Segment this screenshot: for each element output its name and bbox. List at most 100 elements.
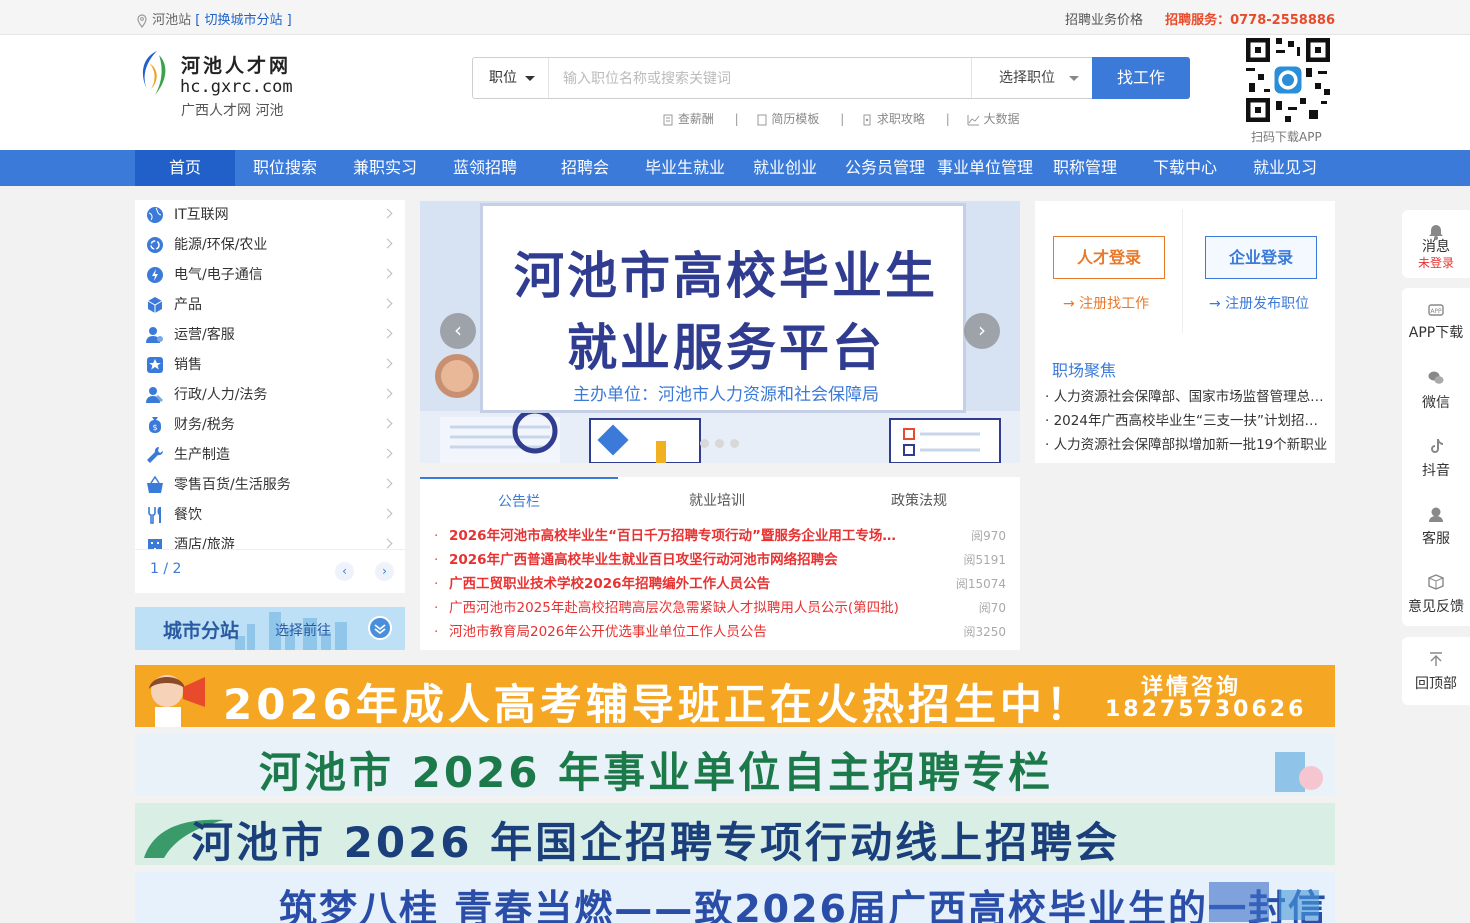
arrow-up-icon: [1430, 652, 1442, 666]
nav-internship[interactable]: 就业见习: [1235, 150, 1335, 186]
salary-icon: [663, 114, 673, 125]
nav-job-fair[interactable]: 招聘会: [535, 150, 635, 186]
quick-link-resume[interactable]: 简历模板: [771, 112, 819, 126]
notice-row[interactable]: · 广西工贸职业技术学校2026年招聘编外工作人员公告 阅15074: [434, 572, 1014, 596]
focus-item[interactable]: · 2024年广西高校毕业生“三支一扶”计划招募公告: [1045, 409, 1330, 433]
notice-views: 阅15074: [955, 577, 1006, 591]
category-item[interactable]: IT互联网: [135, 200, 405, 230]
side-back-to-top[interactable]: 回顶部: [1402, 637, 1470, 705]
notice-title[interactable]: 广西河池市2025年赴高校招聘高层次急需紧缺人才拟聘用人员公示(第四批): [449, 596, 904, 620]
divider: [1182, 209, 1183, 333]
category-item[interactable]: 餐饮: [135, 500, 405, 530]
next-page-button[interactable]: ›: [375, 562, 394, 581]
notice-views: 阅970: [971, 529, 1006, 543]
carousel-prev-button[interactable]: ‹: [440, 313, 476, 349]
carousel-dot[interactable]: [715, 439, 724, 448]
category-item[interactable]: 运营/客服: [135, 320, 405, 350]
category-item[interactable]: 零售百货/生活服务: [135, 470, 405, 500]
side-feedback[interactable]: 意见反馈: [1402, 560, 1470, 628]
ad-headline: 筑梦八桂 青春当燃——致2026届广西高校毕业生的一封信: [279, 887, 1328, 923]
login-panel: 人才登录 → 注册找工作 企业登录 → 注册发布职位 职场聚焦 · 人力资源社会…: [1035, 201, 1335, 463]
quick-link-bigdata[interactable]: 大数据: [983, 112, 1019, 126]
notice-title[interactable]: 广西工贸职业技术学校2026年招聘编外工作人员公告: [449, 572, 904, 596]
quick-links: 查薪酬 | 简历模板 | 求职攻略 | 大数据: [662, 110, 1023, 127]
ad-adult-exam[interactable]: 2026年成人高考辅导班正在火热招生中！ 详情咨询 18275730626: [135, 665, 1335, 727]
category-item[interactable]: $ 财务/税务: [135, 410, 405, 440]
category-item[interactable]: 电气/电子通信: [135, 260, 405, 290]
quick-link-strategy[interactable]: 求职攻略: [877, 112, 925, 126]
carousel-next-button[interactable]: ›: [964, 313, 1000, 349]
wechat-icon: [1428, 371, 1444, 384]
company-login-button[interactable]: 企业登录: [1205, 236, 1317, 279]
talent-register-link[interactable]: → 注册找工作: [1063, 293, 1149, 313]
main-nav: 首页 职位搜索 兼职实习 蓝领招聘 招聘会 毕业生就业 就业创业 公务员管理 事…: [0, 150, 1470, 186]
chevron-down-circle-icon[interactable]: [368, 616, 392, 640]
notice-title[interactable]: 河池市教育局2026年公开优选事业单位工作人员公告: [449, 620, 904, 644]
nav-job-search[interactable]: 职位搜索: [235, 150, 335, 186]
nav-entrepreneurship[interactable]: 就业创业: [735, 150, 835, 186]
category-item[interactable]: 能源/环保/农业: [135, 230, 405, 260]
city-station-go[interactable]: 选择前往: [275, 620, 331, 640]
side-douyin[interactable]: 抖音: [1402, 424, 1470, 492]
carousel-dot[interactable]: [730, 439, 739, 448]
service-hotline: 招聘服务：0778-2558886: [1165, 13, 1335, 28]
tab-notices[interactable]: 公告栏: [420, 477, 618, 511]
switch-city-link[interactable]: [ 切换城市分站 ]: [195, 13, 291, 28]
category-item[interactable]: 产品: [135, 290, 405, 320]
nav-download[interactable]: 下载中心: [1135, 150, 1235, 186]
recycle-icon: [147, 237, 163, 253]
side-app-download[interactable]: APP APP下载: [1402, 288, 1470, 356]
nav-home[interactable]: 首页: [135, 150, 235, 186]
coins-decoration: [1275, 752, 1323, 792]
tab-training[interactable]: 就业培训: [618, 477, 816, 511]
focus-item[interactable]: · 人力资源社会保障部、国家市场监督管理总局联合发布通知: [1045, 385, 1330, 409]
notice-title[interactable]: 2026年河池市高校毕业生“百日千万招聘专项行动”暨服务企业用工专场招聘会: [449, 524, 904, 548]
city-station-box[interactable]: 城市分站 选择前往: [135, 607, 405, 650]
top-bar: 河池站 [ 切换城市分站 ] 招聘业务价格 招聘服务：0778-2558886: [0, 0, 1470, 35]
notice-row[interactable]: · 2026年河池市高校毕业生“百日千万招聘专项行动”暨服务企业用工专场招聘会 阅9…: [434, 524, 1014, 548]
side-customer-service[interactable]: 客服: [1402, 492, 1470, 560]
site-logo[interactable]: 河池人才网 hc.gxrc.com 广西人才网 河池: [137, 47, 307, 122]
app-icon: APP: [1428, 304, 1444, 316]
hero-carousel[interactable]: 河池市高校毕业生 就业服务平台 主办单位：河池市人力资源和社会保障局 ‹ ›: [420, 201, 1020, 463]
carousel-dot[interactable]: [700, 439, 709, 448]
search-input[interactable]: [550, 58, 970, 98]
ad-institution-recruit[interactable]: 河池市 2026 年事业单位自主招聘专栏: [135, 734, 1335, 796]
quick-link-salary[interactable]: 查薪酬: [678, 112, 714, 126]
notice-row[interactable]: · 河池市教育局2026年公开优选事业单位工作人员公告 阅3250: [434, 620, 1014, 644]
nav-title-management[interactable]: 职称管理: [1035, 150, 1135, 186]
notice-title[interactable]: 2026年广西普通高校毕业生就业百日攻坚行动河池市网络招聘会: [449, 548, 904, 572]
ad-soe-recruit[interactable]: 河池市 2026 年国企招聘专项行动线上招聘会: [135, 803, 1335, 865]
nav-institution[interactable]: 事业单位管理: [935, 150, 1035, 186]
nav-part-time[interactable]: 兼职实习: [335, 150, 435, 186]
category-item[interactable]: 行政/人力/法务: [135, 380, 405, 410]
qr-code-icon[interactable]: [1243, 35, 1333, 125]
qr-label: 扫码下载APP: [1251, 130, 1322, 144]
talent-login-button[interactable]: 人才登录: [1053, 236, 1165, 279]
company-register-link[interactable]: → 注册发布职位: [1209, 293, 1309, 313]
pricing-link[interactable]: 招聘业务价格: [1065, 13, 1143, 28]
douyin-icon: [1431, 439, 1443, 453]
prev-page-button[interactable]: ‹: [335, 562, 354, 581]
side-messages[interactable]: 消息 未登录: [1402, 210, 1470, 278]
banner-title-line2: 就业服务平台: [567, 319, 885, 377]
nav-civil-servant[interactable]: 公务员管理: [835, 150, 935, 186]
tab-policy[interactable]: 政策法规: [820, 477, 1018, 511]
category-item[interactable]: 生产制造: [135, 440, 405, 470]
notice-row[interactable]: · 广西河池市2025年赴高校招聘高层次急需紧缺人才拟聘用人员公示(第四批) 阅70: [434, 596, 1014, 620]
category-item[interactable]: 销售: [135, 350, 405, 380]
customer-service-icon: [1429, 507, 1443, 522]
svg-text:APP: APP: [1430, 308, 1442, 315]
ad-graduate-letter[interactable]: 筑梦八桂 青春当燃——致2026届广西高校毕业生的一封信: [135, 872, 1335, 923]
search-category-select[interactable]: 职位: [473, 58, 549, 98]
position-select[interactable]: 选择职位: [971, 58, 1091, 98]
carousel-dot[interactable]: [685, 439, 694, 448]
side-wechat[interactable]: 微信: [1402, 356, 1470, 424]
nav-blue-collar[interactable]: 蓝领招聘: [435, 150, 535, 186]
notice-row[interactable]: · 2026年广西普通高校毕业生就业百日攻坚行动河池市网络招聘会 阅5191: [434, 548, 1014, 572]
nav-graduate[interactable]: 毕业生就业: [635, 150, 735, 186]
admin-user-icon: [146, 387, 163, 403]
header: 河池人才网 hc.gxrc.com 广西人才网 河池 职位 选择职位 找工作 查…: [0, 35, 1470, 150]
find-job-button[interactable]: 找工作: [1092, 57, 1190, 99]
focus-item[interactable]: · 人力资源社会保障部拟增加新一批19个新职业: [1045, 433, 1330, 457]
